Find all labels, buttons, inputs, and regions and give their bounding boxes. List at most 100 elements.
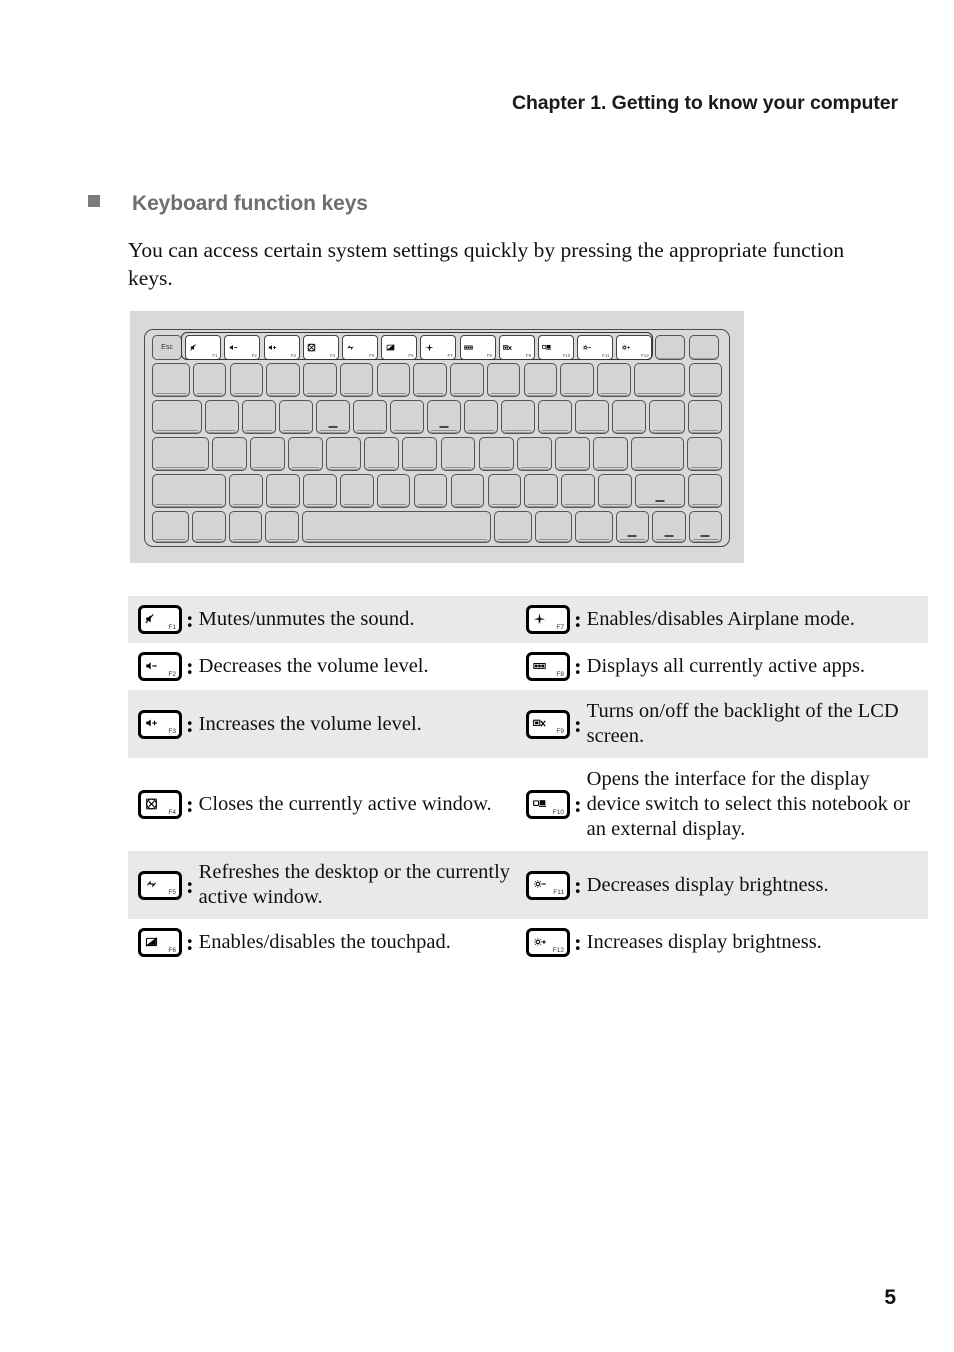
refresh-icon <box>346 343 355 352</box>
separator-colon: : <box>186 711 194 737</box>
keycap-fn-label: F6 <box>168 946 176 954</box>
keyboard-key <box>192 363 227 397</box>
separator-colon: : <box>574 930 582 955</box>
lcd-backlight-off-icon <box>503 343 512 352</box>
esc-label: Esc <box>161 344 173 351</box>
separator-colon: : <box>574 872 582 898</box>
key-fn-label: F11 <box>602 353 610 358</box>
keycap-fn-label: F4 <box>168 808 176 816</box>
key-fn-label: F3 <box>290 353 297 358</box>
keycap-fn-label: F10 <box>552 808 564 816</box>
keycap-fn-label: F8 <box>556 670 564 678</box>
keycap-graphic: F6 <box>138 928 182 957</box>
touchpad-disable-icon <box>145 935 158 948</box>
separator-colon: : <box>574 654 582 679</box>
fn-key-description: Increases the volume level. <box>198 712 422 735</box>
keyboard-row-home <box>152 437 722 471</box>
keyboard-key <box>228 474 263 508</box>
fn-key-description: Decreases display brightness. <box>586 873 829 896</box>
brightness-up-icon <box>621 343 630 352</box>
separator-colon: : <box>574 792 582 817</box>
fn-table-cell-right: F12: Increases display brightness. <box>516 919 928 966</box>
keycap-fn-label: F3 <box>168 728 176 735</box>
keyboard-key <box>152 400 202 434</box>
fn-table-cell-right: F11: Decreases display brightness. <box>516 851 928 919</box>
mute-icon <box>189 343 199 352</box>
table-row: F1: Mutes/unmutes the sound. F7: Enables/di… <box>128 596 928 643</box>
keyboard-key <box>688 511 722 543</box>
keyboard-key <box>633 363 686 397</box>
fn-key-description: Turns on/off the backlight of the LCD sc… <box>586 700 899 747</box>
keycap-graphic: F1 <box>138 605 182 634</box>
keyboard-key <box>688 474 722 508</box>
keyboard-key <box>478 437 514 471</box>
mute-icon <box>145 612 158 625</box>
table-row: F2: Decreases the volume level. F8: Display… <box>128 643 928 690</box>
keyboard-key <box>376 363 411 397</box>
keyboard-key-f1: F1 <box>185 335 222 360</box>
keycap-fn-label: F5 <box>168 889 176 896</box>
keyboard-function-row: Esc F1 F2 F3 F4 F5 F6 F7 F8 F9 F10 F11 F12 <box>152 335 722 360</box>
keyboard-key-f7: F7 <box>420 335 457 360</box>
keyboard-key <box>494 511 532 543</box>
keyboard-key <box>302 474 337 508</box>
keyboard-key <box>630 437 684 471</box>
keyboard-key <box>501 400 535 434</box>
keyboard-key <box>487 474 522 508</box>
keyboard-key <box>316 400 350 434</box>
fn-table-cell-right: F8: Displays all currently active apps. <box>516 643 928 690</box>
keyboard-key <box>688 400 723 434</box>
keycap-fn-label: F1 <box>168 623 176 631</box>
key-fn-label: F1 <box>212 353 218 358</box>
keyboard-key-f5: F5 <box>341 335 378 360</box>
keyboard-key <box>516 437 552 471</box>
fn-key-description: Enables/disables the touchpad. <box>198 931 451 953</box>
keyboard-key-f12: F12 <box>616 335 653 360</box>
keycap-graphic: F8 <box>526 652 570 681</box>
touchpad-disable-icon <box>386 343 395 352</box>
keyboard-key <box>212 437 247 471</box>
keyboard-key-f11: F11 <box>577 335 614 360</box>
keycap-graphic: F3 <box>138 709 182 739</box>
fn-table-cell-left: F5: Refreshes the desktop or the currentl… <box>128 851 516 919</box>
airplane-mode-icon <box>533 612 546 625</box>
keyboard-key <box>534 511 573 543</box>
keyboard-key <box>265 511 299 543</box>
key-homing-nub <box>328 426 338 428</box>
keyboard-key <box>524 474 559 508</box>
fn-key-description: Enables/disables Airplane mode. <box>586 608 855 630</box>
keyboard-key <box>688 363 723 397</box>
key-fn-label: F2 <box>251 353 257 358</box>
volume-up-icon <box>145 716 158 729</box>
keyboard-key <box>413 363 447 397</box>
keyboard-key <box>523 363 558 397</box>
keyboard-key <box>450 363 484 397</box>
key-fn-label: F10 <box>562 353 571 358</box>
display-switch-icon <box>533 797 546 810</box>
keyboard-key <box>687 437 722 471</box>
key-homing-nub <box>655 500 665 502</box>
keyboard-key <box>265 474 300 508</box>
keycap-f1: F1: <box>128 605 199 634</box>
key-homing-nub <box>627 535 637 537</box>
fn-table-cell-left: F2: Decreases the volume level. <box>128 643 516 690</box>
airplane-mode-icon <box>425 343 434 352</box>
separator-colon: : <box>186 607 194 632</box>
task-view-icon <box>533 659 546 672</box>
section-heading: Keyboard function keys <box>88 192 368 216</box>
table-row: F6: Enables/disables the touchpad. F12: Inc… <box>128 919 928 966</box>
keyboard-key <box>440 437 476 471</box>
task-view-icon <box>464 343 473 352</box>
lcd-backlight-off-icon <box>533 716 546 729</box>
keyboard-key <box>538 400 572 434</box>
keyboard-key <box>242 400 276 434</box>
fn-table-cell-left: F4: Closes the currently active window. <box>128 758 516 851</box>
keycap-fn-label: F2 <box>168 670 176 678</box>
separator-colon: : <box>574 711 582 737</box>
keycap-f9: F9: <box>516 709 587 739</box>
keyboard-key <box>402 437 438 471</box>
keyboard-key <box>301 511 492 543</box>
keyboard-key <box>303 363 337 397</box>
keyboard-key <box>152 511 190 543</box>
keyboard-key <box>339 474 374 508</box>
